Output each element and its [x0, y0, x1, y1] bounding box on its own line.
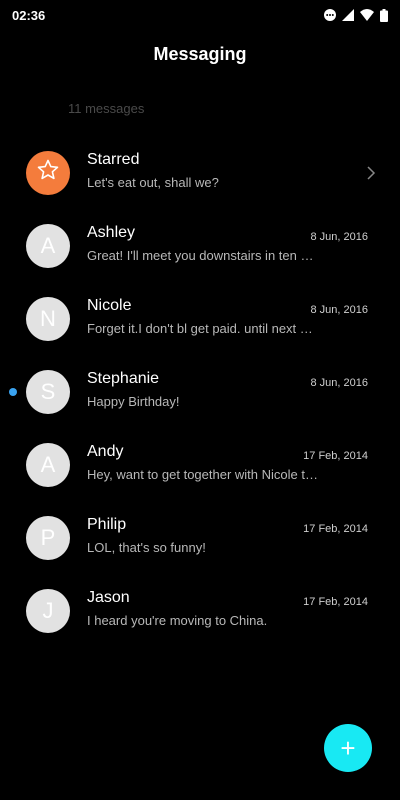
avatar [26, 150, 70, 195]
message-date: 17 Feb, 2014 [303, 596, 368, 608]
conversation-row[interactable]: S Stephanie Happy Birthday! 8 Jun, 2016 [0, 355, 400, 428]
avatar: J [26, 588, 70, 633]
status-bar: 02:36 [0, 0, 400, 30]
wifi-icon [360, 9, 374, 21]
status-time: 02:36 [12, 7, 46, 23]
conversation-text: Starred Let's eat out, shall we? [87, 150, 370, 192]
message-date: 8 Jun, 2016 [310, 377, 369, 389]
message-date: 8 Jun, 2016 [310, 231, 369, 243]
conversation-text: Stephanie Happy Birthday! [87, 369, 370, 411]
conversation-text: Jason I heard you're moving to China. [87, 588, 370, 630]
avatar: P [26, 515, 70, 560]
conversation-row[interactable]: P Philip LOL, that's so funny! 17 Feb, 2… [0, 501, 400, 574]
avatar: A [26, 442, 70, 487]
message-date: 8 Jun, 2016 [310, 304, 369, 316]
conversation-text: Nicole Forget it.I don't bl get paid. un… [87, 296, 370, 338]
conversation-text: Ashley Great! I'll meet you downstairs i… [87, 223, 370, 265]
page-title: Messaging [153, 44, 247, 64]
battery-icon [380, 8, 388, 22]
message-preview: Hey, want to get together with Nicole to… [87, 467, 319, 482]
star-icon [36, 158, 60, 188]
conversation-row[interactable]: J Jason I heard you're moving to China. … [0, 574, 400, 647]
message-preview: Forget it.I don't bl get paid. until nex… [87, 321, 319, 336]
avatar: N [26, 296, 70, 341]
conversation-text: Philip LOL, that's so funny! [87, 515, 370, 557]
chevron-right-icon [366, 165, 376, 186]
conversation-text: Andy Hey, want to get together with Nico… [87, 442, 370, 484]
conversation-row[interactable]: A Ashley Great! I'll meet you downstairs… [0, 209, 400, 282]
message-date: 17 Feb, 2014 [303, 450, 368, 462]
conversation-row[interactable]: A Andy Hey, want to get together with Ni… [0, 428, 400, 501]
message-preview: LOL, that's so funny! [87, 540, 206, 555]
contact-name: Starred [87, 151, 140, 168]
conversation-row[interactable]: N Nicole Forget it.I don't bl get paid. … [0, 282, 400, 355]
message-preview: Great! I'll meet you downstairs in ten m… [87, 248, 319, 263]
message-date: 17 Feb, 2014 [303, 523, 368, 535]
new-message-button[interactable]: + [324, 724, 372, 772]
more-circle-icon [324, 9, 336, 21]
avatar: A [26, 223, 70, 268]
unread-indicator [9, 387, 17, 396]
status-icons [324, 8, 388, 22]
conversation-row-starred[interactable]: Starred Let's eat out, shall we? [0, 136, 400, 209]
conversation-list: Starred Let's eat out, shall we? A Ashle… [0, 136, 400, 647]
signal-icon [342, 9, 354, 21]
avatar: S [26, 369, 70, 414]
message-count: 11 messages [68, 101, 145, 116]
message-preview: Happy Birthday! [87, 394, 180, 409]
message-preview: I heard you're moving to China. [87, 613, 268, 628]
message-preview: Let's eat out, shall we? [87, 175, 219, 190]
plus-icon: + [340, 733, 356, 763]
